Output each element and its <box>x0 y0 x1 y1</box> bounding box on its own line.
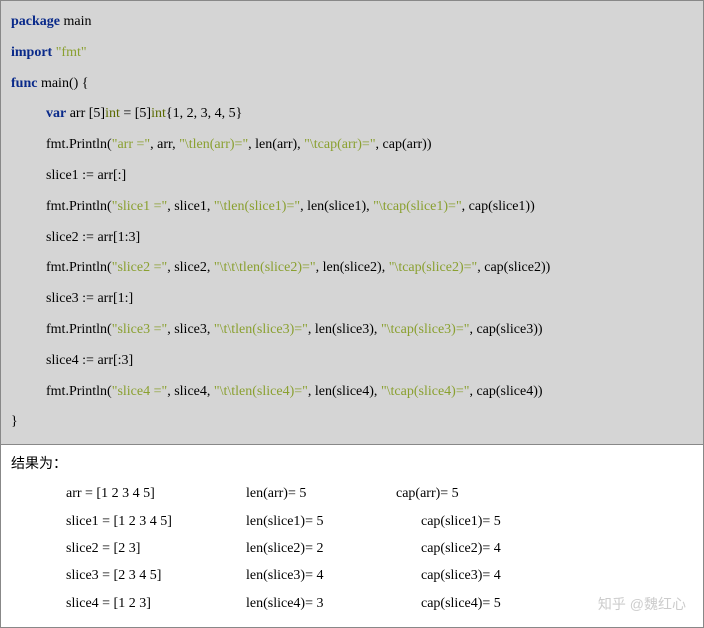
code-text: , len(arr), <box>248 137 304 152</box>
code-line-2: import "fmt" <box>11 38 693 69</box>
code-line-1: package main <box>11 7 693 38</box>
code-text: fmt.Println( <box>46 199 112 214</box>
keyword-func: func <box>11 76 37 91</box>
result-label: 结果为： <box>11 451 693 478</box>
string-literal: "slice3 =" <box>112 322 167 337</box>
code-text: fmt.Println( <box>46 384 112 399</box>
string-literal: "\tlen(arr)=" <box>179 137 248 152</box>
string-literal: "slice2 =" <box>112 260 167 275</box>
code-line-12: slice4 := arr[:3] <box>11 346 693 377</box>
type-int: int <box>151 106 166 121</box>
code-line-10: slice3 := arr[1:] <box>11 284 693 315</box>
result-cell: slice3 = [2 3 4 5] <box>66 562 246 589</box>
result-row: slice1 = [1 2 3 4 5] len(slice1)= 5 cap(… <box>11 508 693 535</box>
code-text: slice3 := arr[1:] <box>46 291 133 306</box>
code-line-3: func main() { <box>11 69 693 100</box>
result-cell: slice4 = [1 2 3] <box>66 590 246 617</box>
code-text: = [5] <box>120 106 151 121</box>
code-text: , len(slice4), <box>308 384 381 399</box>
code-text: fmt.Println( <box>46 322 112 337</box>
code-text: , slice4, <box>167 384 214 399</box>
keyword-package: package <box>11 14 60 29</box>
code-text: fmt.Println( <box>46 137 112 152</box>
result-cell: cap(slice2)= 4 <box>396 535 501 562</box>
result-cell: slice1 = [1 2 3 4 5] <box>66 508 246 535</box>
code-text: {1, 2, 3, 4, 5} <box>166 106 242 121</box>
result-cell: arr = [1 2 3 4 5] <box>66 480 246 507</box>
code-line-8: slice2 := arr[1:3] <box>11 223 693 254</box>
result-row: arr = [1 2 3 4 5] len(arr)= 5 cap(arr)= … <box>11 480 693 507</box>
string-literal: "\tcap(slice4)=" <box>381 384 470 399</box>
code-text: , cap(slice2)) <box>477 260 550 275</box>
code-line-11: fmt.Println("slice3 =", slice3, "\t\tlen… <box>11 315 693 346</box>
result-cell: cap(slice3)= 4 <box>396 562 501 589</box>
keyword-var: var <box>46 106 66 121</box>
code-text: slice1 := arr[:] <box>46 168 126 183</box>
result-cell: len(slice2)= 2 <box>246 535 396 562</box>
result-cell: cap(arr)= 5 <box>396 480 459 507</box>
result-cell: len(slice1)= 5 <box>246 508 396 535</box>
type-int: int <box>105 106 120 121</box>
code-block: package main import "fmt" func main() { … <box>1 1 703 445</box>
code-text: , len(slice1), <box>300 199 373 214</box>
code-text: , cap(slice1)) <box>462 199 535 214</box>
code-line-6: slice1 := arr[:] <box>11 161 693 192</box>
string-literal: "\tcap(slice1)=" <box>373 199 462 214</box>
code-text: fmt.Println( <box>46 260 112 275</box>
result-cell: len(slice3)= 4 <box>246 562 396 589</box>
string-literal: "\t\t\tlen(slice2)=" <box>214 260 316 275</box>
code-text: arr [5] <box>66 106 105 121</box>
code-line-9: fmt.Println("slice2 =", slice2, "\t\t\tl… <box>11 253 693 284</box>
code-text: slice4 := arr[:3] <box>46 353 133 368</box>
string-literal: "\tlen(slice1)=" <box>214 199 300 214</box>
result-cell: cap(slice1)= 5 <box>396 508 501 535</box>
string-literal: "arr =" <box>112 137 150 152</box>
string-literal: "\tcap(arr)=" <box>304 137 375 152</box>
string-fmt: "fmt" <box>56 45 87 60</box>
code-text: , slice2, <box>167 260 214 275</box>
code-line-14: } <box>11 407 693 438</box>
code-text: , slice3, <box>167 322 214 337</box>
code-line-7: fmt.Println("slice1 =", slice1, "\tlen(s… <box>11 192 693 223</box>
code-text: main <box>60 14 92 29</box>
result-row: slice4 = [1 2 3] len(slice4)= 3 cap(slic… <box>11 590 693 617</box>
result-cell: slice2 = [2 3] <box>66 535 246 562</box>
keyword-import: import <box>11 45 52 60</box>
code-and-result-container: package main import "fmt" func main() { … <box>0 0 704 628</box>
result-cell: len(slice4)= 3 <box>246 590 396 617</box>
code-text: , len(slice2), <box>316 260 389 275</box>
code-text: , cap(arr)) <box>376 137 432 152</box>
result-cell: cap(slice4)= 5 <box>396 590 501 617</box>
string-literal: "\t\tlen(slice4)=" <box>214 384 308 399</box>
string-literal: "\tcap(slice2)=" <box>389 260 478 275</box>
result-block: 结果为： arr = [1 2 3 4 5] len(arr)= 5 cap(a… <box>1 445 703 627</box>
code-line-13: fmt.Println("slice4 =", slice4, "\t\tlen… <box>11 377 693 408</box>
code-line-5: fmt.Println("arr =", arr, "\tlen(arr)=",… <box>11 130 693 161</box>
code-text: , cap(slice3)) <box>469 322 542 337</box>
string-literal: "slice4 =" <box>112 384 167 399</box>
code-text: , slice1, <box>167 199 214 214</box>
code-text: , cap(slice4)) <box>469 384 542 399</box>
code-text: , arr, <box>150 137 179 152</box>
code-line-4: var arr [5]int = [5]int{1, 2, 3, 4, 5} <box>11 99 693 130</box>
code-text: main() { <box>37 76 88 91</box>
string-literal: "slice1 =" <box>112 199 167 214</box>
closing-brace: } <box>11 414 18 429</box>
string-literal: "\tcap(slice3)=" <box>381 322 470 337</box>
result-cell: len(arr)= 5 <box>246 480 396 507</box>
string-literal: "\t\tlen(slice3)=" <box>214 322 308 337</box>
result-row: slice3 = [2 3 4 5] len(slice3)= 4 cap(sl… <box>11 562 693 589</box>
result-row: slice2 = [2 3] len(slice2)= 2 cap(slice2… <box>11 535 693 562</box>
code-text: slice2 := arr[1:3] <box>46 230 140 245</box>
code-text: , len(slice3), <box>308 322 381 337</box>
